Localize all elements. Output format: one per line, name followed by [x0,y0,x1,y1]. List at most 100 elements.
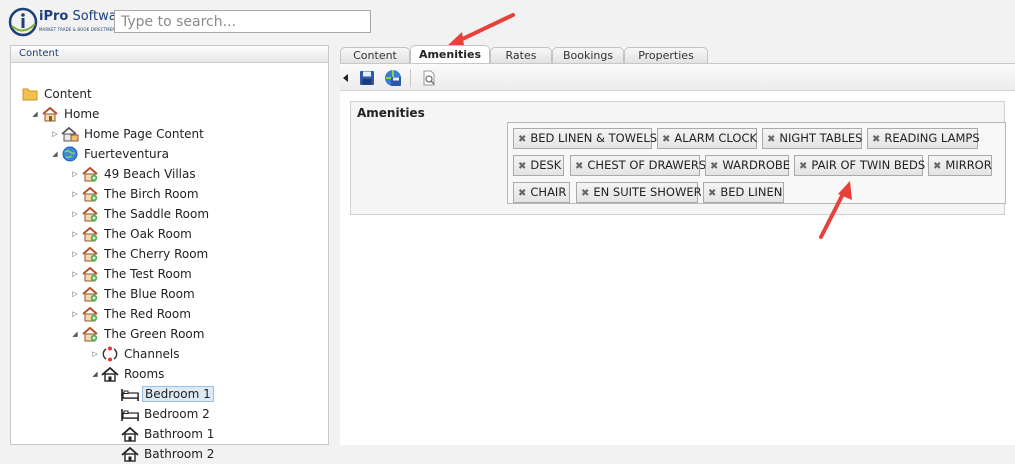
tree-node-label[interactable]: The Test Room [102,266,194,282]
tree-node[interactable]: ▷ The Red Room [69,304,193,324]
search-input[interactable] [114,10,371,33]
tab-content[interactable]: Content [340,47,410,63]
remove-tag-icon[interactable]: ✖ [518,157,526,176]
remove-tag-icon[interactable]: ✖ [933,157,941,176]
tree-node-label[interactable]: The Cherry Room [102,246,210,262]
folder-icon [21,86,39,102]
villa-icon [81,186,99,202]
tree-node[interactable]: ▷ Channels [89,344,182,364]
tree-node[interactable]: Bedroom 2 [109,404,212,424]
remove-tag-icon[interactable]: ✖ [872,130,880,149]
ipro-logo[interactable]: iPro Software MARKET TRADE & BOOK DIRECT… [8,6,130,40]
tree-node[interactable]: ▷ Home Page Content [49,124,206,144]
collapsed-toggle-icon[interactable]: ▷ [69,170,81,178]
amenity-tag: ✖ NIGHT TABLES [762,128,863,149]
villa-icon [81,266,99,282]
villa-icon [81,246,99,262]
home-icon [41,106,59,122]
save-publish-icon [385,70,401,86]
amenity-tag-label: WARDROBE [722,158,791,172]
expanded-toggle-icon[interactable]: ◢ [89,370,101,378]
tree-node-label[interactable]: Fuerteventura [82,146,171,162]
villa-icon [81,286,99,302]
save-and-publish-button[interactable] [384,69,402,87]
amenity-tag: ✖ PAIR OF TWIN BEDS [794,155,926,176]
tab-properties[interactable]: Properties [624,47,708,63]
collapsed-toggle-icon[interactable]: ▷ [69,230,81,238]
expanded-toggle-icon[interactable]: ◢ [49,150,61,158]
amenity-tag-label: DESK [530,158,562,172]
tree-node-label[interactable]: The Green Room [102,326,206,342]
content-tree-panel: Content Content ◢ Home ▷ Home Page Content ◢ F… [10,45,329,462]
collapsed-toggle-icon[interactable]: ▷ [69,290,81,298]
tree-node-label[interactable]: Home [62,106,101,122]
remove-tag-icon[interactable]: ✖ [708,184,716,203]
collapsed-toggle-icon[interactable]: ▷ [89,350,101,358]
tree-node-label[interactable]: Home Page Content [82,126,206,142]
save-button[interactable] [358,69,376,87]
tree-node-label[interactable]: 49 Beach Villas [102,166,198,182]
collapsed-toggle-icon[interactable]: ▷ [69,250,81,258]
amenity-tag-label: PAIR OF TWIN BEDS [811,158,926,172]
tree-node-label[interactable]: Rooms [122,366,166,382]
tree-node-label[interactable]: Channels [122,346,182,362]
bed-icon [121,406,139,422]
tree-node[interactable]: ◢ Fuerteventura [49,144,171,164]
tree-node-label[interactable]: The Saddle Room [102,206,211,222]
collapsed-toggle-icon[interactable]: ▷ [69,210,81,218]
amenities-tab-content: Amenities ✖ BED LINEN & TOWELS ✖ ALARM CLOC… [340,91,1015,445]
tree-node-label[interactable]: The Red Room [102,306,193,322]
tree-node[interactable]: ▷ 49 Beach Villas [69,164,198,184]
amenity-tag: ✖ CHEST OF DRAWERS [570,155,706,176]
collapsed-toggle-icon[interactable]: ▷ [69,190,81,198]
tree-node-label[interactable]: Bedroom 2 [142,406,212,422]
tree-node-label[interactable]: The Oak Room [102,226,194,242]
expanded-toggle-icon[interactable]: ◢ [69,330,81,338]
collapse-panel-icon[interactable] [342,69,350,87]
tree-node[interactable]: Bedroom 1 [109,384,214,404]
tree-node[interactable]: ◢ Home [29,104,101,124]
tree-node-label[interactable]: Content [42,86,94,102]
villa-icon [81,206,99,222]
tree-node[interactable]: ▷ The Test Room [69,264,194,284]
tree-node-label[interactable]: The Blue Room [102,286,197,302]
amenity-tag: ✖ DESK [513,155,564,176]
amenity-tag-label: CHEST OF DRAWERS [587,158,707,172]
remove-tag-icon[interactable]: ✖ [710,157,718,176]
collapsed-toggle-icon[interactable]: ▷ [49,130,61,138]
remove-tag-icon[interactable]: ✖ [575,157,583,176]
tree-node-label[interactable]: Bathroom 1 [142,426,216,442]
amenities-tag-input[interactable]: ✖ BED LINEN & TOWELS ✖ ALARM CLOCK ✖ NIGHT TA… [507,122,1006,204]
amenity-tag: ✖ MIRROR [928,155,992,176]
remove-tag-icon[interactable]: ✖ [581,184,589,203]
tree-node[interactable]: ▷ The Blue Room [69,284,197,304]
collapsed-toggle-icon[interactable]: ▷ [69,310,81,318]
tree-node[interactable]: ◢ The Green Room [69,324,206,344]
remove-tag-icon[interactable]: ✖ [518,184,526,203]
tree-node[interactable]: ▷ The Saddle Room [69,204,211,224]
remove-tag-icon[interactable]: ✖ [767,130,775,149]
tree-node-label[interactable]: The Birch Room [102,186,201,202]
tree-node[interactable]: Content [21,84,94,104]
tree-node[interactable]: ▷ The Cherry Room [69,244,210,264]
collapsed-toggle-icon[interactable]: ▷ [69,270,81,278]
tab-amenities[interactable]: Amenities [410,45,490,63]
remove-tag-icon[interactable]: ✖ [662,130,670,149]
tree-node[interactable]: ◢ Rooms [89,364,166,384]
tree-node-label[interactable]: Bedroom 1 [142,386,214,402]
remove-tag-icon[interactable]: ✖ [518,130,526,149]
preview-button[interactable] [420,69,438,87]
expanded-toggle-icon[interactable]: ◢ [29,110,41,118]
tab-bookings[interactable]: Bookings [552,47,624,63]
tree-node-label[interactable]: Bathroom 2 [142,446,216,462]
tree-node[interactable]: Bathroom 1 [109,424,216,444]
tab-rates[interactable]: Rates [490,47,552,63]
amenity-tag-label: NIGHT TABLES [779,131,863,145]
remove-tag-icon[interactable]: ✖ [799,157,807,176]
tree-node[interactable]: ▷ The Oak Room [69,224,194,244]
villa-icon [81,226,99,242]
amenity-tag-label: CHAIR [530,185,567,199]
tree-node[interactable]: Bathroom 2 [109,444,216,464]
preview-icon [423,70,435,86]
tree-node[interactable]: ▷ The Birch Room [69,184,201,204]
